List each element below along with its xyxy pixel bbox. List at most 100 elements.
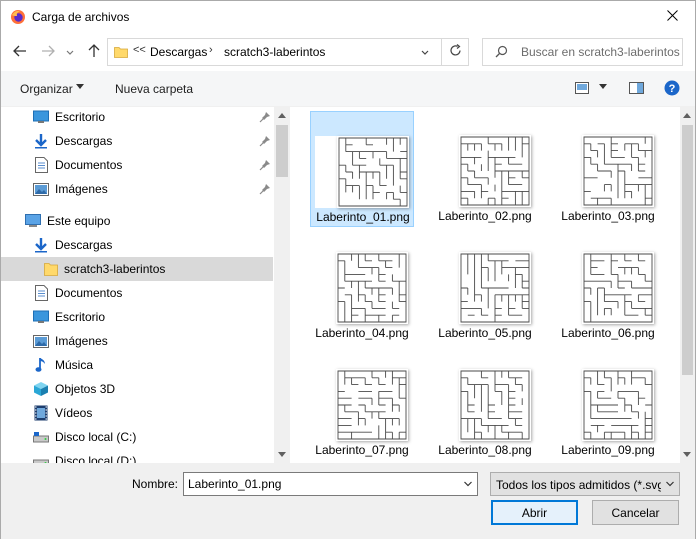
sidebar-item-objetos-3d[interactable]: Objetos 3D [33,377,273,401]
file-dialog: Carga de archivos << Descargas › scratch… [0,0,696,539]
file-item[interactable]: Laberinto_09.png [556,345,660,461]
navigation-scrollbar[interactable] [274,107,290,463]
preview-pane-button[interactable] [629,82,644,97]
download-icon [33,133,49,149]
file-item[interactable]: Laberinto_06.png [556,228,660,344]
sidebar-item-videos[interactable]: Vídeos [33,401,273,425]
file-name: Laberinto_02.png [438,209,532,223]
file-thumbnail [437,252,533,324]
sidebar-item-label: Escritorio [55,110,106,124]
maze-image [459,369,531,441]
view-options-button[interactable] [575,82,589,97]
scroll-down-icon[interactable] [278,452,286,457]
maze-image [582,369,654,441]
help-button[interactable]: ? [664,80,680,99]
file-item[interactable]: Laberinto_05.png [433,228,537,344]
sidebar-item-documentos[interactable]: Documentos [33,281,273,305]
search-icon [495,45,508,61]
sidebar-item-escritorio[interactable]: Escritorio [33,107,273,129]
address-bar[interactable]: << Descargas › scratch3-laberintos [107,38,469,66]
file-list-scrollbar[interactable] [680,107,695,463]
file-name: Laberinto_06.png [561,326,655,340]
file-item[interactable]: Laberinto_02.png [433,111,537,227]
address-history-button[interactable] [417,43,433,61]
sidebar-item-label: Disco local (D:) [55,454,137,463]
thumbnail-padding [437,369,459,441]
cancel-button[interactable]: Cancelar [592,500,679,525]
sidebar-item-este-equipo[interactable]: Este equipo [25,209,273,233]
chevron-down-icon [665,477,675,494]
breadcrumb-separator: › [209,44,213,56]
pin-icon[interactable] [259,183,271,195]
scroll-down-icon[interactable] [683,452,691,457]
up-button[interactable] [85,43,103,61]
scroll-up-icon[interactable] [278,113,286,118]
sidebar-item-documentos-quick[interactable]: Documentos [33,153,273,177]
file-thumbnail [437,369,533,441]
desktop-icon [33,109,49,125]
sidebar-item-musica[interactable]: Música [33,353,273,377]
thumbnail-padding [560,369,582,441]
arrow-up-icon [88,43,100,61]
sidebar-item-label: Imágenes [55,182,108,196]
open-button[interactable]: Abrir [491,500,578,525]
sidebar-item-descargas-quick[interactable]: Descargas [33,129,273,153]
maze-graphic [337,370,407,440]
sidebar-item-disco-d[interactable]: Disco local (D:) [33,449,273,463]
scroll-up-icon[interactable] [683,113,691,118]
breadcrumb-descargas[interactable]: Descargas [150,45,207,59]
organize-button[interactable]: Organizar [20,82,73,96]
sidebar-item-label: Documentos [55,158,123,172]
sidebar-item-descargas[interactable]: Descargas [33,233,273,257]
help-icon: ? [664,80,680,99]
breadcrumb-current-folder[interactable]: scratch3-laberintos [224,45,325,59]
file-type-select[interactable]: Todos los tipos admitidos (*.svg [490,472,680,496]
refresh-button[interactable] [441,39,469,65]
sidebar-item-imagenes[interactable]: Imágenes [33,329,273,353]
file-item[interactable]: Laberinto_01.png [310,111,414,227]
pin-icon[interactable] [259,111,271,123]
file-name-combobox[interactable] [183,472,478,496]
organize-caret-icon [76,84,84,89]
search-input[interactable] [521,44,681,60]
drive-icon [33,429,49,445]
scrollbar-thumb[interactable] [682,125,693,375]
pin-icon[interactable] [259,159,271,171]
thumbnail-padding [437,135,459,207]
file-name: Laberinto_04.png [315,326,409,340]
arrow-left-icon [13,45,27,60]
sidebar-item-escritorio-pc[interactable]: Escritorio [33,305,273,329]
file-item[interactable]: Laberinto_07.png [310,345,414,461]
command-bar: Organizar Nueva carpeta ? [1,71,695,107]
chevron-down-icon[interactable] [463,477,473,494]
maze-graphic [460,370,530,440]
scrollbar-thumb[interactable] [276,125,288,177]
file-name: Laberinto_07.png [315,443,409,457]
close-button[interactable] [649,1,695,33]
file-item[interactable]: Laberinto_03.png [556,111,660,227]
document-icon [33,285,49,301]
sidebar-item-label: Este equipo [47,214,111,228]
search-box[interactable] [482,38,683,66]
maze-graphic [338,137,408,207]
pin-icon[interactable] [259,135,271,147]
new-folder-button[interactable]: Nueva carpeta [115,82,193,96]
maze-image [336,252,408,324]
sidebar-item-scratch3-laberintos[interactable]: scratch3-laberintos [1,257,273,281]
back-button[interactable] [11,43,29,61]
breadcrumb-overflow[interactable]: << [133,44,146,56]
forward-button[interactable] [39,43,57,61]
objects-3d-icon [33,381,49,397]
maze-image [336,369,408,441]
file-item[interactable]: Laberinto_08.png [433,345,537,461]
sidebar-item-label: Descargas [55,134,113,148]
window-title: Carga de archivos [32,10,130,24]
sidebar-item-disco-c[interactable]: Disco local (C:) [33,425,273,449]
maze-walls [583,253,653,323]
file-item[interactable]: Laberinto_04.png [310,228,414,344]
maze-graphic [583,370,653,440]
thumbnail-padding [314,369,336,441]
file-name-input[interactable] [188,476,453,492]
recent-locations-button[interactable] [64,43,76,61]
sidebar-item-imagenes-quick[interactable]: Imágenes [33,177,273,201]
